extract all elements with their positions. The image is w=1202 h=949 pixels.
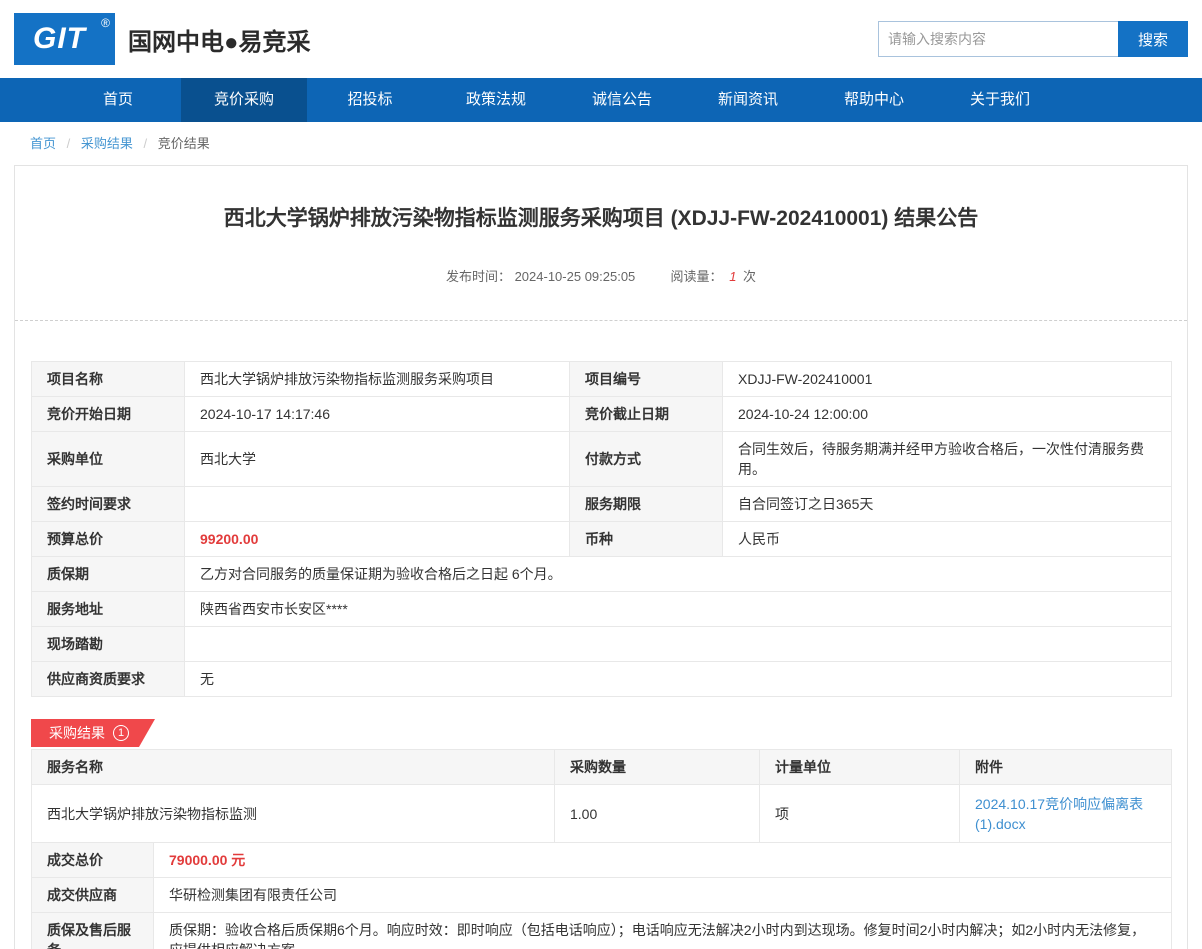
field-label: 现场踏勘 xyxy=(31,626,185,662)
field-value: 无 xyxy=(184,661,1172,697)
table-row: 现场踏勘 xyxy=(31,626,1172,662)
breadcrumb-separator: / xyxy=(143,136,148,151)
budget-total-value: 99200.00 xyxy=(184,521,570,557)
table-row: 成交供应商 华研检测集团有限责任公司 xyxy=(31,877,1172,913)
field-label: 采购单位 xyxy=(31,431,185,487)
field-label: 质保及售后服务 xyxy=(31,912,154,949)
search-button[interactable]: 搜索 xyxy=(1118,21,1188,57)
publish-time-value: 2024-10-25 09:25:05 xyxy=(514,269,636,284)
table-row: 质保及售后服务 质保期：验收合格后质保期6个月。响应时效：即时响应（包括电话响应… xyxy=(31,912,1172,949)
table-row: 成交总价 79000.00 元 xyxy=(31,842,1172,878)
attachment-cell: 2024.10.17竞价响应偏离表(1).docx xyxy=(959,784,1172,843)
field-value: 西北大学锅炉排放污染物指标监测服务采购项目 xyxy=(184,361,570,397)
nav-item-home[interactable]: 首页 xyxy=(55,78,181,122)
field-label: 签约时间要求 xyxy=(31,486,185,522)
breadcrumb-home-link[interactable]: 首页 xyxy=(30,136,56,151)
site-name: 国网中电●易竞采 xyxy=(128,28,311,56)
announcement-card: 西北大学锅炉排放污染物指标监测服务采购项目 (XDJJ-FW-202410001… xyxy=(14,165,1188,949)
announcement-meta: 发布时间： 2024-10-25 09:25:05 阅读量： 1 次 xyxy=(31,266,1171,285)
logo-text: GIT xyxy=(33,22,86,55)
nav-item-news[interactable]: 新闻资讯 xyxy=(685,78,811,122)
service-name-cell: 西北大学锅炉排放污染物指标监测 xyxy=(31,784,555,843)
field-label: 币种 xyxy=(569,521,723,557)
table-row: 竞价开始日期 2024-10-17 14:17:46 竞价截止日期 2024-1… xyxy=(31,396,1172,432)
deal-total-price: 79000.00 元 xyxy=(153,842,1172,878)
table-row: 项目名称 西北大学锅炉排放污染物指标监测服务采购项目 项目编号 XDJJ-FW-… xyxy=(31,361,1172,397)
quantity-cell: 1.00 xyxy=(554,784,760,843)
field-value: 合同生效后，待服务期满并经甲方验收合格后，一次性付清服务费用。 xyxy=(722,431,1172,487)
field-value: XDJJ-FW-202410001 xyxy=(722,361,1172,397)
breadcrumb-current: 竞价结果 xyxy=(157,136,210,151)
breadcrumb-separator: / xyxy=(66,136,71,151)
field-value: 2024-10-24 12:00:00 xyxy=(722,396,1172,432)
field-value: 乙方对合同服务的质量保证期为验收合格后之日起 6个月。 xyxy=(184,556,1172,592)
field-value xyxy=(184,626,1172,662)
field-value: 西北大学 xyxy=(184,431,570,487)
badge-label: 采购结果 xyxy=(49,725,105,741)
field-value: 人民币 xyxy=(722,521,1172,557)
table-row: 签约时间要求 服务期限 自合同签订之日365天 xyxy=(31,486,1172,522)
nav-item-integrity-notice[interactable]: 诚信公告 xyxy=(559,78,685,122)
field-label: 服务期限 xyxy=(569,486,723,522)
column-header: 计量单位 xyxy=(759,749,960,785)
field-label: 预算总价 xyxy=(31,521,185,557)
result-summary-table: 成交总价 79000.00 元 成交供应商 华研检测集团有限责任公司 质保及售后… xyxy=(31,842,1172,949)
main-nav: 首页 竞价采购 招投标 政策法规 诚信公告 新闻资讯 帮助中心 关于我们 xyxy=(0,78,1202,122)
column-header: 采购数量 xyxy=(554,749,760,785)
views-unit: 次 xyxy=(743,269,757,284)
views-label: 阅读量： xyxy=(670,269,723,284)
registered-trademark-icon: ® xyxy=(101,16,110,30)
field-value: 陕西省西安市长安区**** xyxy=(184,591,1172,627)
nav-item-policies[interactable]: 政策法规 xyxy=(433,78,559,122)
nav-item-bidding-purchase[interactable]: 竞价采购 xyxy=(181,78,307,122)
attachment-link[interactable]: 2024.10.17竞价响应偏离表(1).docx xyxy=(975,796,1143,832)
project-info-table: 项目名称 西北大学锅炉排放污染物指标监测服务采购项目 项目编号 XDJJ-FW-… xyxy=(31,361,1172,697)
badge-count: 1 xyxy=(113,725,129,741)
field-label: 竞价开始日期 xyxy=(31,396,185,432)
table-row: 采购单位 西北大学 付款方式 合同生效后，待服务期满并经甲方验收合格后，一次性付… xyxy=(31,431,1172,487)
column-header: 服务名称 xyxy=(31,749,555,785)
field-value xyxy=(184,486,570,522)
field-label: 竞价截止日期 xyxy=(569,396,723,432)
search-input[interactable] xyxy=(878,21,1118,57)
field-label: 项目编号 xyxy=(569,361,723,397)
warranty-service-text: 质保期：验收合格后质保期6个月。响应时效：即时响应（包括电话响应）；电话响应无法… xyxy=(153,912,1172,949)
field-label: 成交总价 xyxy=(31,842,154,878)
result-section-header: 采购结果 1 xyxy=(31,719,1171,747)
supplier-name: 华研检测集团有限责任公司 xyxy=(153,877,1172,913)
result-items-table: 服务名称 采购数量 计量单位 附件 西北大学锅炉排放污染物指标监测 1.00 项… xyxy=(31,749,1172,843)
table-row: 服务地址 陕西省西安市长安区**** xyxy=(31,591,1172,627)
table-row: 西北大学锅炉排放污染物指标监测 1.00 项 2024.10.17竞价响应偏离表… xyxy=(31,784,1172,843)
field-value: 2024-10-17 14:17:46 xyxy=(184,396,570,432)
nav-item-help-center[interactable]: 帮助中心 xyxy=(811,78,937,122)
dashed-divider xyxy=(15,320,1187,321)
table-row: 预算总价 99200.00 币种 人民币 xyxy=(31,521,1172,557)
purchase-result-badge: 采购结果 1 xyxy=(31,719,155,747)
table-header-row: 服务名称 采购数量 计量单位 附件 xyxy=(31,749,1172,785)
nav-item-about-us[interactable]: 关于我们 xyxy=(937,78,1063,122)
publish-time-label: 发布时间： xyxy=(445,269,511,284)
field-label: 付款方式 xyxy=(569,431,723,487)
field-label: 供应商资质要求 xyxy=(31,661,185,697)
field-label: 质保期 xyxy=(31,556,185,592)
table-row: 质保期 乙方对合同服务的质量保证期为验收合格后之日起 6个月。 xyxy=(31,556,1172,592)
table-row: 供应商资质要求 无 xyxy=(31,661,1172,697)
breadcrumb: 首页 / 采购结果 / 竞价结果 xyxy=(0,122,1202,162)
column-header: 附件 xyxy=(959,749,1172,785)
top-header: GIT ® 国网中电●易竞采 搜索 xyxy=(0,0,1202,78)
field-label: 项目名称 xyxy=(31,361,185,397)
views-count: 1 xyxy=(729,269,737,284)
field-label: 成交供应商 xyxy=(31,877,154,913)
page-title: 西北大学锅炉排放污染物指标监测服务采购项目 (XDJJ-FW-202410001… xyxy=(223,207,979,230)
field-value: 自合同签订之日365天 xyxy=(722,486,1172,522)
nav-item-tendering[interactable]: 招投标 xyxy=(307,78,433,122)
search-bar: 搜索 xyxy=(878,21,1188,57)
field-label: 服务地址 xyxy=(31,591,185,627)
unit-cell: 项 xyxy=(759,784,960,843)
breadcrumb-purchase-results-link[interactable]: 采购结果 xyxy=(81,136,133,151)
site-logo[interactable]: GIT ® xyxy=(14,13,115,65)
